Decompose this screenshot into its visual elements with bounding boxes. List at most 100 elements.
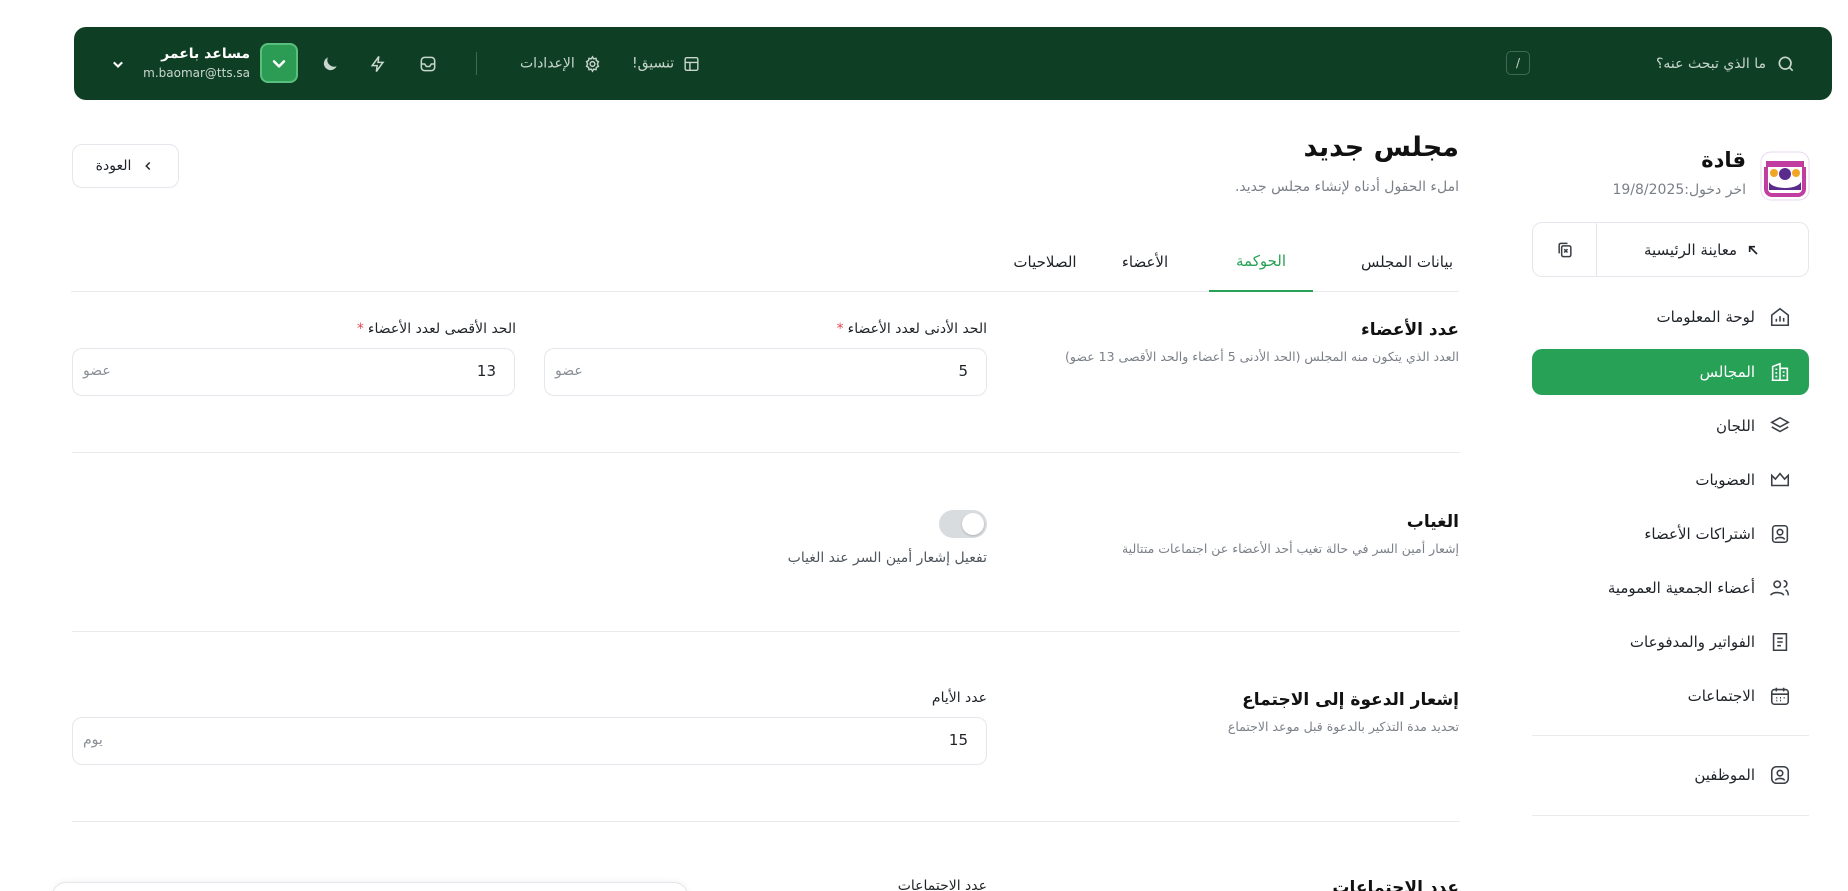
members-section-title: عدد الأعضاء [1361,320,1459,340]
sidebar-item-label: لوحة المعلومات [1656,308,1756,326]
back-button[interactable]: العودة [72,144,179,188]
absence-notify-toggle[interactable] [939,510,987,538]
receipt-icon [1772,632,1788,652]
brand-name: قادة [1701,148,1746,172]
toggle-knob [962,513,984,535]
absence-toggle-label: تفعيل إشعار أمين السر عند الغياب [787,550,987,566]
sidebar-item-meetings[interactable]: الاجتماعات [1532,673,1809,719]
sidebar-item-employees[interactable]: الموظفين [1532,752,1809,798]
user-info[interactable]: مساعد باعمر m.baomar@tts.sa [138,44,250,82]
page-subtitle: املء الحقول أدناه لإنشاء مجلس جديد. [1234,179,1459,195]
search-placeholder: ما الذي تبحث عنه؟ [1656,55,1766,72]
global-search[interactable]: ما الذي تبحث عنه؟ [1656,54,1796,74]
back-label: العودة [95,158,132,174]
format-label: تنسيق! [632,55,675,72]
max-members-value: 13 [476,362,496,380]
absence-section-desc: إشعار أمين السر في حالة تغيب أحد الأعضاء… [1121,541,1459,556]
chart-home-icon [1770,307,1790,327]
sidebar-item-label: الفواتير والمدفوعات [1629,633,1755,651]
preview-label: معاينة الرئيسية [1643,240,1738,259]
meetings-field-label: عدد الاجتماعات [897,878,987,891]
copy-icon [1558,242,1572,257]
inbox-icon [420,56,436,71]
user-name: مساعد باعمر [161,46,250,62]
format-button[interactable]: تنسيق! [632,54,701,73]
tab-governance[interactable]: الحوكمة [1209,232,1313,292]
invite-section-title: إشعار الدعوة إلى الاجتماع [1242,690,1459,710]
min-members-label: الحد الأدنى لعدد الأعضاء* [837,321,987,337]
tab-permissions[interactable]: الصلاحيات [993,232,1097,292]
max-members-unit: عضو [83,363,111,379]
calendar-icon [1770,687,1790,706]
tab-council-data[interactable]: بيانات المجلس [1355,232,1459,292]
section-divider [72,821,1460,822]
user-menu-toggle[interactable] [108,54,128,74]
sidebar-item-committees[interactable]: اللجان [1532,403,1809,449]
check-icon [272,60,286,68]
copy-button[interactable] [1533,223,1597,276]
days-input[interactable]: 15 يوم [72,717,987,765]
sidebar-item-label: العضويات [1695,471,1755,489]
days-value: 15 [948,731,968,749]
building-icon [1771,362,1789,382]
max-members-input[interactable]: 13 عضو [72,348,515,396]
tab-bar: بيانات المجلس الحوكمة الأعضاء الصلاحيات [71,232,1459,292]
preview-home-button[interactable]: معاينة الرئيسية [1596,223,1808,276]
layout-icon [684,56,699,71]
page-title: مجلس جديد [1303,132,1459,163]
top-bar: ما الذي تبحث عنه؟ / تنسيق! الإعدادات مسا… [74,27,1832,100]
settings-button[interactable]: الإعدادات [520,54,602,73]
sidebar-item-label: المجالس [1699,363,1755,381]
sidebar-item-member-subscriptions[interactable]: اشتراكات الأعضاء [1532,511,1809,557]
sidebar-item-invoices[interactable]: الفواتير والمدفوعات [1532,619,1809,665]
sidebar-item-dashboard[interactable]: لوحة المعلومات [1532,294,1809,340]
chevron-left-icon [145,161,151,171]
sidebar-item-general-assembly[interactable]: أعضاء الجمعية العمومية [1532,565,1809,611]
sidebar-divider [1532,735,1809,736]
sidebar-item-memberships[interactable]: العضويات [1532,457,1809,503]
min-members-label-text: الحد الأدنى لعدد الأعضاء [847,321,987,337]
sidebar-item-councils[interactable]: المجالس [1532,349,1809,395]
meetings-input-card[interactable] [52,882,688,891]
search-shortcut-key: / [1506,51,1530,75]
absence-section-title: الغياب [1406,512,1459,532]
meetings-section-title: عدد الاجتماعات [1332,878,1459,891]
min-members-unit: عضو [555,363,583,379]
required-mark: * [836,321,844,337]
tab-members[interactable]: الأعضاء [1093,232,1197,292]
user-email: m.baomar@tts.sa [143,66,250,80]
min-members-value: 5 [958,362,968,380]
dark-mode-toggle[interactable] [318,52,342,76]
search-icon [1778,56,1794,71]
sidebar-item-label: الموظفين [1694,766,1755,784]
sidebar-item-label: اللجان [1716,417,1755,435]
sidebar-divider [1532,815,1809,816]
days-label: عدد الأيام [931,690,987,706]
bolt-icon [370,55,385,72]
max-members-label: الحد الأقصى لعدد الأعضاء* [357,321,516,337]
required-mark: * [356,321,364,337]
chevron-down-icon [113,61,123,68]
section-divider [72,631,1460,632]
avatar[interactable] [260,43,298,83]
user-badge-icon [1771,524,1789,544]
users-icon [1770,579,1790,596]
sidebar-item-label: أعضاء الجمعية العمومية [1607,579,1755,597]
topbar-divider [476,52,477,75]
brand-logo [1760,151,1810,201]
preview-box: معاينة الرئيسية [1532,222,1809,277]
crown-icon [1770,472,1790,487]
last-login: اخر دخول:19/8/2025 [1612,182,1746,198]
arrow-up-left-icon [1748,245,1758,255]
moon-icon [323,56,337,70]
quick-actions-button[interactable] [366,52,390,76]
members-section-desc: العدد الذي يتكون منه المجلس (الحد الأدنى… [1065,349,1459,364]
settings-label: الإعدادات [520,55,575,72]
max-members-label-text: الحد الأقصى لعدد الأعضاء [367,321,516,337]
layers-icon [1770,416,1790,433]
employee-icon [1770,765,1790,785]
days-unit: يوم [83,732,103,748]
sidebar-item-label: اشتراكات الأعضاء [1644,525,1755,543]
min-members-input[interactable]: 5 عضو [544,348,987,396]
inbox-button[interactable] [416,52,440,76]
